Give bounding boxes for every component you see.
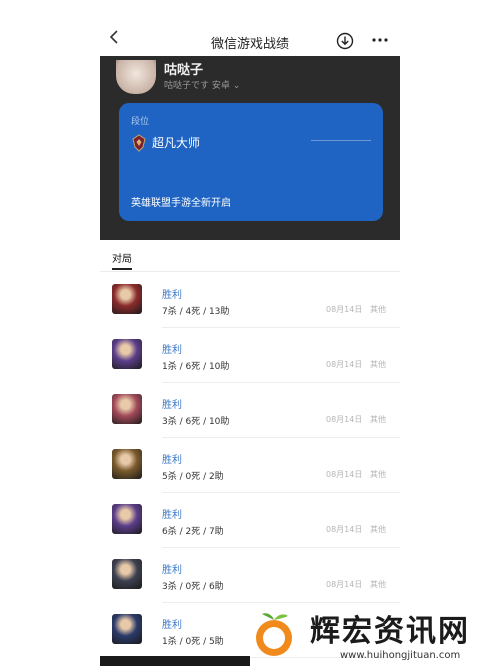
match-date: 08月14日 <box>326 470 363 479</box>
match-mode: 其他 <box>370 580 386 589</box>
match-date: 08月14日 <box>326 360 363 369</box>
watermark: 辉宏资讯网 www.huihongjituan.com <box>240 600 500 666</box>
match-date: 08月14日 <box>326 525 363 534</box>
promo-text[interactable]: 英雄联盟手游全新开启 <box>131 194 231 209</box>
rank-emblem-icon <box>132 134 146 152</box>
match-mode: 其他 <box>370 470 386 479</box>
tab-indicator <box>112 268 132 270</box>
champion-avatar-icon <box>112 559 142 589</box>
avatar[interactable] <box>116 60 156 94</box>
champion-avatar-icon <box>112 394 142 424</box>
home-indicator-bar <box>100 656 250 666</box>
orange-logo-icon <box>256 613 292 656</box>
rank-card[interactable]: 段位 超凡大师 英雄联盟手游全新开启 <box>119 103 383 221</box>
phone-screen: 微信游戏战绩 咕哒子 咕哒子です 安卓 ⌄ 段位 超凡大师 英雄联盟手游全新开启 <box>100 0 400 666</box>
download-icon[interactable] <box>336 32 354 50</box>
tab-matches[interactable]: 对局 <box>112 250 132 265</box>
match-kda: 1杀 / 6死 / 10助 <box>162 362 230 372</box>
watermark-url: www.huihongjituan.com <box>340 650 461 661</box>
more-icon[interactable] <box>370 32 390 48</box>
tab-bar: 对局 <box>100 240 400 272</box>
match-row[interactable]: 胜利 6杀 / 2死 / 7助 08月14日 其他 <box>100 493 400 548</box>
match-date: 08月14日 <box>326 415 363 424</box>
match-row[interactable]: 胜利 3杀 / 0死 / 6助 08月14日 其他 <box>100 548 400 603</box>
chevron-down-icon: ⌄ <box>232 81 241 91</box>
champion-avatar-icon <box>112 339 142 369</box>
match-kda: 7杀 / 4死 / 13助 <box>162 307 230 317</box>
champion-avatar-icon <box>112 614 142 644</box>
match-kda: 1杀 / 0死 / 5助 <box>162 637 224 647</box>
profile-header: 咕哒子 咕哒子です 安卓 ⌄ 段位 超凡大师 英雄联盟手游全新开启 <box>100 56 400 240</box>
rank-name: 超凡大师 <box>152 136 201 150</box>
match-kda: 6杀 / 2死 / 7助 <box>162 527 224 537</box>
match-result: 胜利 <box>162 290 182 301</box>
match-result: 胜利 <box>162 400 182 411</box>
match-date: 08月14日 <box>326 580 363 589</box>
page-title: 微信游戏战绩 <box>210 37 289 52</box>
match-result: 胜利 <box>162 345 182 356</box>
match-kda: 5杀 / 0死 / 2助 <box>162 472 224 482</box>
match-row[interactable]: 胜利 5杀 / 0死 / 2助 08月14日 其他 <box>100 438 400 493</box>
match-result: 胜利 <box>162 455 182 466</box>
match-mode: 其他 <box>370 360 386 369</box>
match-date: 08月14日 <box>326 305 363 314</box>
rank-label: 段位 <box>131 117 150 127</box>
user-subtitle[interactable]: 咕哒子です 安卓 ⌄ <box>164 78 240 91</box>
user-subtitle-text: 咕哒子です 安卓 <box>164 81 230 91</box>
user-name: 咕哒子 <box>164 63 204 78</box>
match-mode: 其他 <box>370 305 386 314</box>
match-row[interactable]: 胜利 7杀 / 4死 / 13助 08月14日 其他 <box>100 273 400 328</box>
champion-avatar-icon <box>112 449 142 479</box>
match-row[interactable]: 胜利 3杀 / 6死 / 10助 08月14日 其他 <box>100 383 400 438</box>
match-kda: 3杀 / 0死 / 6助 <box>162 582 224 592</box>
divider <box>100 271 400 272</box>
match-result: 胜利 <box>162 565 182 576</box>
champion-avatar-icon <box>112 504 142 534</box>
watermark-brand: 辉宏资讯网 <box>310 614 470 649</box>
match-kda: 3杀 / 6死 / 10助 <box>162 417 230 427</box>
champion-avatar-icon <box>112 284 142 314</box>
match-result: 胜利 <box>162 620 182 631</box>
match-mode: 其他 <box>370 415 386 424</box>
match-row[interactable]: 胜利 1杀 / 6死 / 10助 08月14日 其他 <box>100 328 400 383</box>
top-nav: 微信游戏战绩 <box>100 0 400 56</box>
divider <box>311 140 371 141</box>
match-result: 胜利 <box>162 510 182 521</box>
match-mode: 其他 <box>370 525 386 534</box>
